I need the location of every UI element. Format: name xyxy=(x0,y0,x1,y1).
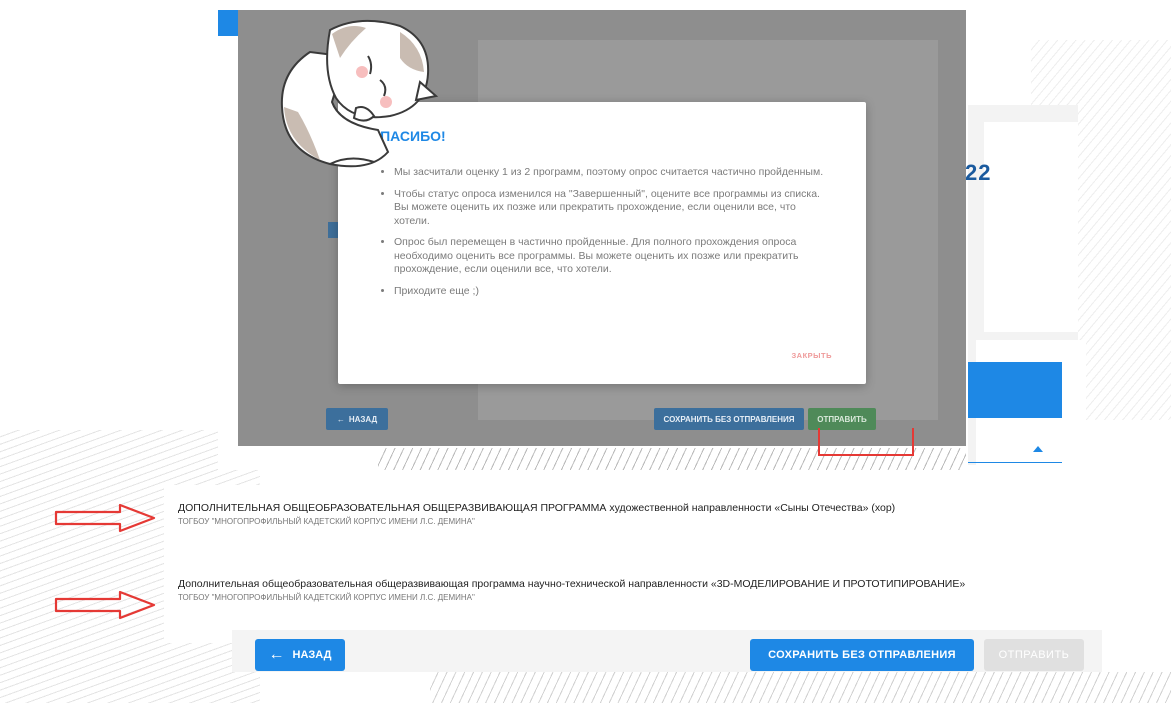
select-arrow-icon[interactable] xyxy=(1033,446,1043,452)
send-button[interactable]: ОТПРАВИТЬ xyxy=(984,639,1084,671)
background-blue-block xyxy=(968,362,1062,418)
save-without-sending-button[interactable]: СОХРАНИТЬ БЕЗ ОТПРАВЛЕНИЯ xyxy=(750,639,974,671)
program-item[interactable]: Дополнительная общеобразовательная общер… xyxy=(178,578,965,602)
program-title: Дополнительная общеобразовательная общер… xyxy=(178,578,966,590)
inner-back-button[interactable]: ← НАЗАД xyxy=(326,408,388,430)
modal-message-list: Мы засчитали оценку 1 из 2 программ, поэ… xyxy=(384,166,834,306)
red-outline-arrow-icon xyxy=(54,590,156,620)
arrow-left-icon: ← xyxy=(268,646,285,663)
back-button-label: НАЗАД xyxy=(292,649,332,661)
program-title: ДОПОЛНИТЕЛЬНАЯ ОБЩЕОБРАЗОВАТЕЛЬНАЯ ОБЩЕР… xyxy=(178,502,896,514)
arrow-left-icon: ← xyxy=(336,414,345,424)
decorative-lines-bottom xyxy=(430,672,1171,703)
program-item[interactable]: ДОПОЛНИТЕЛЬНАЯ ОБЩЕОБРАЗОВАТЕЛЬНАЯ ОБЩЕР… xyxy=(178,502,895,526)
red-outline-arrow-icon xyxy=(54,503,156,533)
modal-message-item: Опрос был перемещен в частично пройденны… xyxy=(394,236,834,277)
modal-message-item: Чтобы статус опроса изменился на "Заверш… xyxy=(394,188,834,229)
inner-save-button[interactable]: СОХРАНИТЬ БЕЗ ОТПРАВЛЕНИЯ xyxy=(654,408,804,430)
program-organization: ТОГБОУ "МНОГОПРОФИЛЬНЫЙ КАДЕТСКИЙ КОРПУС… xyxy=(178,517,475,526)
modal-message-item: Мы засчитали оценку 1 из 2 программ, поэ… xyxy=(394,166,834,180)
background-select-underline xyxy=(968,462,1062,463)
modal-message-item: Приходите еще ;) xyxy=(394,285,834,299)
inner-back-label: НАЗАД xyxy=(348,414,378,424)
cat-mascot-icon xyxy=(280,19,439,168)
annotation-highlight-box xyxy=(818,428,914,456)
modal-close-button[interactable]: ЗАКРЫТЬ xyxy=(791,351,832,360)
program-organization: ТОГБОУ "МНОГОПРОФИЛЬНЫЙ КАДЕТСКИЙ КОРПУС… xyxy=(178,593,475,602)
background-card-year: 22 xyxy=(965,160,992,185)
inner-send-button[interactable]: ОТПРАВИТЬ xyxy=(808,408,876,430)
program-list: ДОПОЛНИТЕЛЬНАЯ ОБЩЕОБРАЗОВАТЕЛЬНАЯ ОБЩЕР… xyxy=(164,485,1171,643)
back-button[interactable]: ← НАЗАД xyxy=(255,639,345,671)
background-card xyxy=(984,122,1078,332)
